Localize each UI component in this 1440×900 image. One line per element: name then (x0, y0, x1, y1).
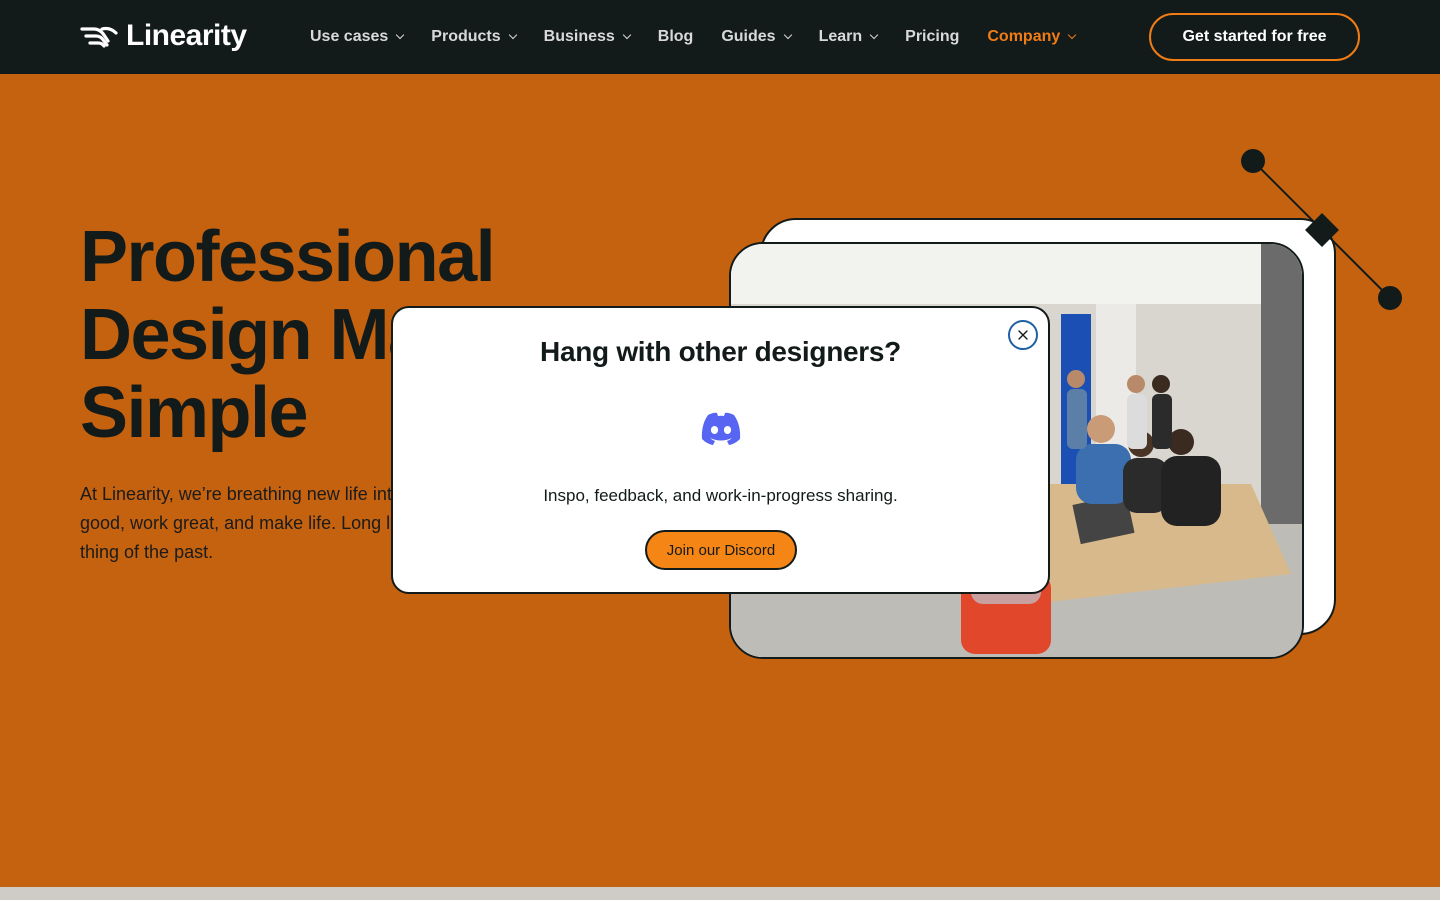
chevron-down-icon (1068, 30, 1077, 40)
close-icon (1018, 330, 1028, 340)
discord-modal: Hang with other designers? Inspo, feedba… (391, 306, 1050, 594)
logo-text: Linearity (126, 19, 247, 52)
chevron-down-icon (508, 30, 517, 40)
hero-title-line: Professional (80, 217, 496, 297)
nav-item-label: Blog (657, 28, 694, 45)
top-nav: Linearity Use cases Products Business Bl… (0, 0, 1440, 74)
modal-title: Hang with other designers? (540, 336, 901, 367)
nav-item-label: Guides (721, 28, 776, 45)
nav-links: Use cases Products Business Blog Guides … (310, 0, 1103, 74)
nav-item-label: Products (431, 28, 501, 45)
close-button[interactable] (1008, 320, 1038, 350)
nav-item-label: Use cases (310, 28, 389, 45)
chevron-down-icon (783, 30, 792, 40)
modal-description: Inspo, feedback, and work-in-progress sh… (543, 486, 898, 505)
nav-item-label: Pricing (905, 28, 960, 45)
chevron-down-icon (396, 30, 405, 40)
nav-item-label: Business (543, 28, 615, 45)
nav-item-use-cases[interactable]: Use cases (310, 28, 405, 46)
nav-item-company[interactable]: Company (987, 28, 1077, 46)
vector-handle-decoration (1241, 149, 1402, 310)
section-divider (0, 887, 1440, 900)
linearity-logo-icon (80, 26, 118, 48)
get-started-button[interactable]: Get started for free (1149, 13, 1360, 61)
nav-item-products[interactable]: Products (431, 28, 517, 46)
chevron-down-icon (622, 30, 632, 40)
nav-item-label: Learn (818, 28, 863, 45)
chevron-down-icon (869, 30, 879, 40)
nav-item-label: Company (987, 28, 1061, 45)
discord-icon (701, 412, 741, 445)
logo[interactable]: Linearity (80, 18, 247, 54)
nav-item-blog[interactable]: Blog (658, 28, 694, 46)
nav-item-business[interactable]: Business (543, 28, 632, 46)
nav-item-pricing[interactable]: Pricing (905, 28, 959, 46)
nav-item-guides[interactable]: Guides (721, 28, 792, 46)
nav-item-learn[interactable]: Learn (818, 28, 879, 46)
join-discord-button[interactable]: Join our Discord (645, 530, 797, 570)
